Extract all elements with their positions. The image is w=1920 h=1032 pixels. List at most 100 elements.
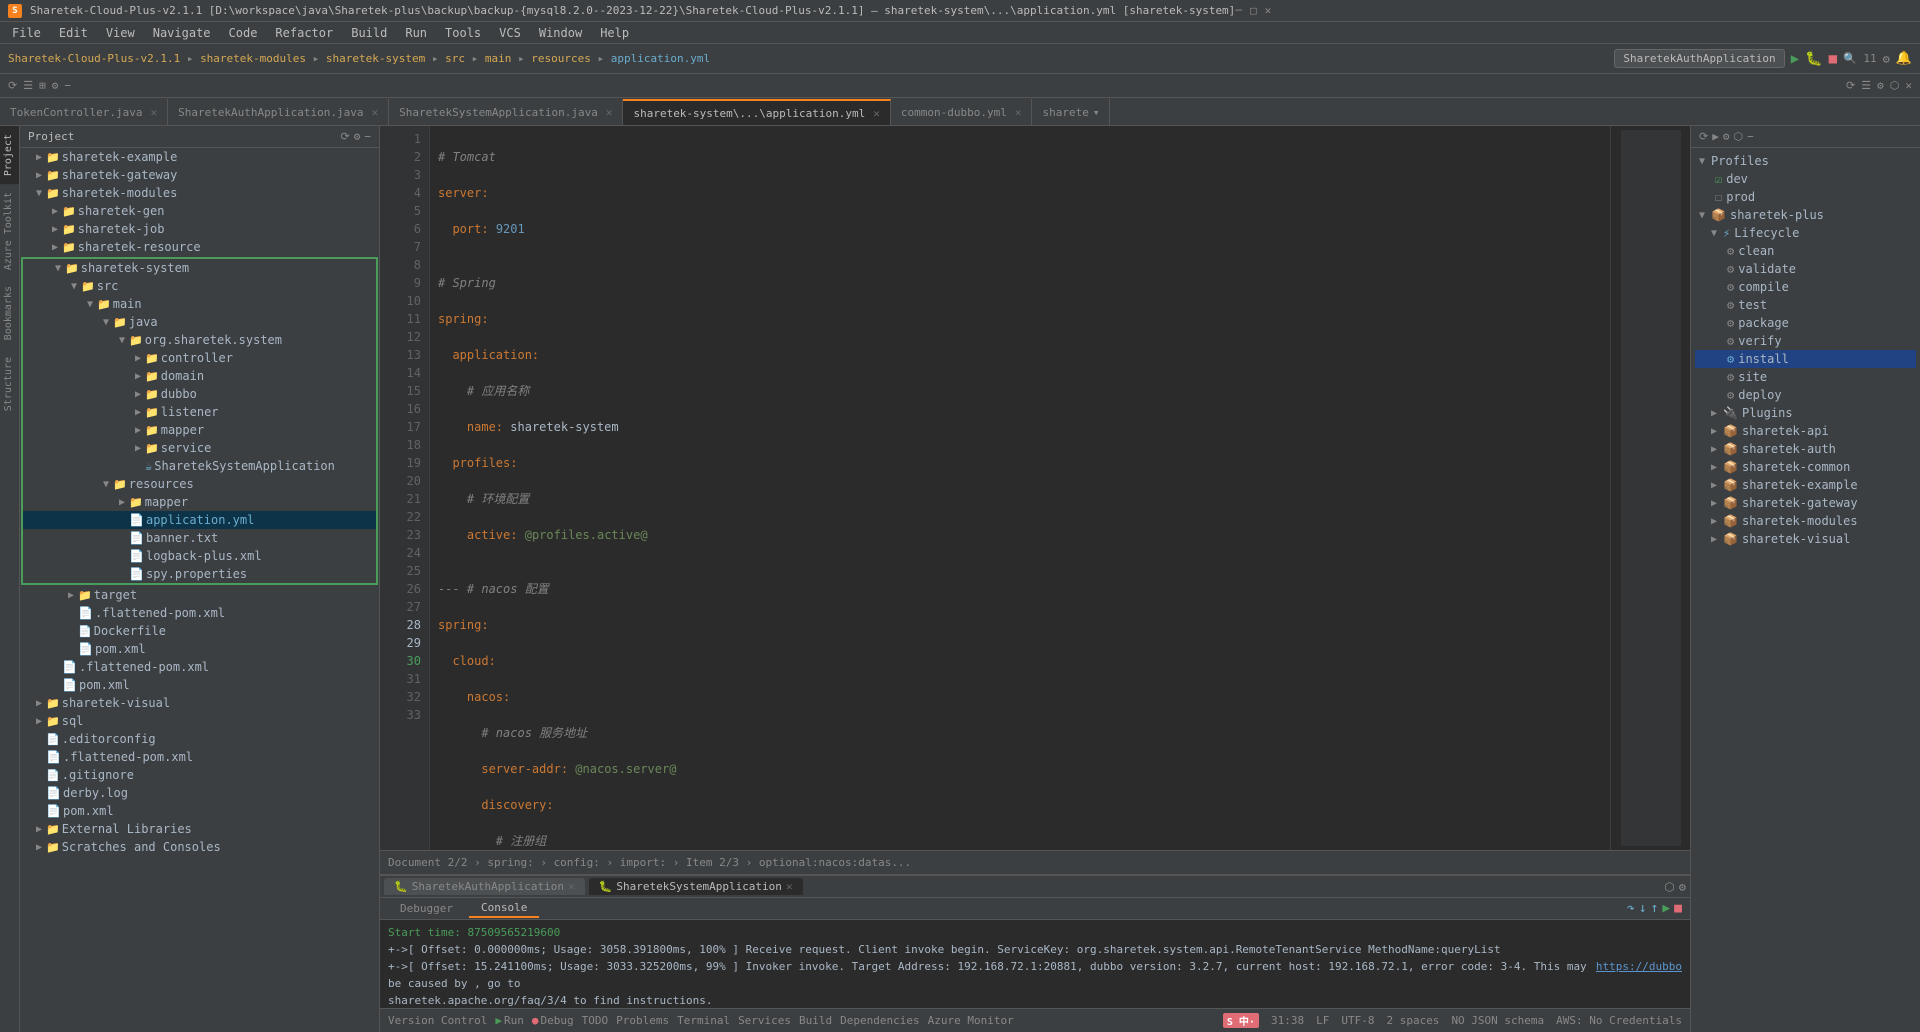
debug-resume[interactable]: ▶ [1662,901,1670,916]
maven-deploy[interactable]: ⚙ deploy [1695,386,1916,404]
run-config-select[interactable]: SharetekAuthApplication [1614,49,1784,68]
notification-icon[interactable]: 🔔 [1896,51,1912,66]
tab-common-dubbo[interactable]: common-dubbo.yml ✕ [891,99,1033,125]
debug-tab-close2[interactable]: ✕ [786,880,793,893]
tree-item-editorconfig[interactable]: ▶ 📄 .editorconfig [20,730,379,748]
menu-help[interactable]: Help [592,24,637,42]
sync-icon[interactable]: ⟳ [8,79,17,92]
maven-run[interactable]: ▶ [1712,130,1719,143]
tab-close-3[interactable]: ✕ [873,107,880,120]
maven-expand[interactable]: ⬡ [1733,130,1743,143]
tree-item-mapper[interactable]: ▶ 📁 mapper [23,421,376,439]
minimize-icon[interactable]: ─ [1235,4,1242,17]
debug-tab-system[interactable]: 🐛 SharetekSystemApplication ✕ [589,878,803,895]
maven-validate[interactable]: ⚙ validate [1695,260,1916,278]
vertical-tab-azure[interactable]: Azure Toolkit [0,184,19,278]
tab-close-1[interactable]: ✕ [372,106,379,119]
status-services[interactable]: Services [738,1014,791,1027]
tab-tokencontroller[interactable]: TokenController.java ✕ [0,99,168,125]
tab-sharete[interactable]: sharete ▾ [1032,99,1110,125]
maven-close[interactable]: − [1747,130,1754,143]
maven-profile-prod[interactable]: ☐ prod [1695,188,1916,206]
list-icon[interactable]: ☰ [23,79,33,92]
status-region[interactable]: AWS: No Credentials [1556,1014,1682,1027]
maven-test[interactable]: ⚙ test [1695,296,1916,314]
maven-site[interactable]: ⚙ site [1695,368,1916,386]
tree-item-resources[interactable]: ▼ 📁 resources [23,475,376,493]
tab-close-2[interactable]: ✕ [606,106,613,119]
maven-package[interactable]: ⚙ package [1695,314,1916,332]
debug-stop[interactable]: ■ [1674,901,1682,916]
status-dependencies[interactable]: Dependencies [840,1014,919,1027]
status-line-col[interactable]: 31:38 [1271,1014,1304,1027]
toolbar-expand[interactable]: ⬡ [1890,79,1900,92]
tree-item-main[interactable]: ▼ 📁 main [23,295,376,313]
status-terminal[interactable]: Terminal [677,1014,730,1027]
vertical-tab-bookmarks[interactable]: Bookmarks [0,278,19,348]
tree-item-app-yml[interactable]: ▶ 📄 application.yml [23,511,376,529]
menu-navigate[interactable]: Navigate [145,24,219,42]
toolbar-sync2[interactable]: ⟳ [1846,79,1855,92]
vertical-tab-project[interactable]: Project [0,126,19,184]
maven-example[interactable]: ▶ 📦 sharetek-example [1695,476,1916,494]
tree-item-service[interactable]: ▶ 📁 service [23,439,376,457]
menu-code[interactable]: Code [221,24,266,42]
maven-compile[interactable]: ⚙ compile [1695,278,1916,296]
tree-item-gitignore[interactable]: ▶ 📄 .gitignore [20,766,379,784]
maven-lifecycle[interactable]: ▼ ⚡ Lifecycle [1695,224,1916,242]
tree-item-example[interactable]: ▶ 📁 sharetek-example [20,148,379,166]
close-icon[interactable]: ✕ [1265,4,1272,17]
tree-item-src[interactable]: ▼ 📁 src [23,277,376,295]
tab-application-yml[interactable]: sharetek-system\...\application.yml ✕ [623,99,890,125]
status-problems[interactable]: Problems [616,1014,669,1027]
stop-button[interactable]: ■ [1829,51,1837,67]
tree-item-java[interactable]: ▼ 📁 java [23,313,376,331]
maven-plugins[interactable]: ▶ 🔌 Plugins [1695,404,1916,422]
tree-item-pom3[interactable]: ▶ 📄 pom.xml [20,802,379,820]
toolbar-settings[interactable]: ⚙ [1877,79,1884,92]
tree-item-scratches[interactable]: ▶ 📁 Scratches and Consoles [20,838,379,856]
tree-item-visual[interactable]: ▶ 📁 sharetek-visual [20,694,379,712]
collapse-icon[interactable]: − [64,79,71,92]
status-schema[interactable]: NO JSON schema [1451,1014,1544,1027]
status-encoding[interactable]: LF [1316,1014,1329,1027]
tree-item-sql[interactable]: ▶ 📁 sql [20,712,379,730]
settings-icon2[interactable]: ⚙ [1679,880,1686,894]
tab-close-0[interactable]: ✕ [150,106,157,119]
tree-item-target[interactable]: ▶ 📁 target [20,586,379,604]
tree-item-gateway[interactable]: ▶ 📁 sharetek-gateway [20,166,379,184]
tree-item-mapper2[interactable]: ▶ 📁 mapper [23,493,376,511]
settings-icon[interactable]: ⚙ [1883,52,1890,66]
status-azure[interactable]: Azure Monitor [928,1014,1014,1027]
tree-item-org[interactable]: ▼ 📁 org.sharetek.system [23,331,376,349]
tree-item-flat2[interactable]: ▶ 📄 .flattened-pom.xml [20,658,379,676]
tree-item-dubbo[interactable]: ▶ 📁 dubbo [23,385,376,403]
debug-step-over[interactable]: ↷ [1627,901,1635,916]
sidebar-close[interactable]: − [364,130,371,143]
maven-visual[interactable]: ▶ 📦 sharetek-visual [1695,530,1916,548]
maximize-icon[interactable]: □ [1250,4,1257,17]
status-todo[interactable]: TODO [582,1014,609,1027]
code-content[interactable]: # Tomcat server: port: 9201 # Spring spr… [430,126,1610,850]
maven-common[interactable]: ▶ 📦 sharetek-common [1695,458,1916,476]
tree-item-modules[interactable]: ▼ 📁 sharetek-modules [20,184,379,202]
menu-vcs[interactable]: VCS [491,24,529,42]
menu-window[interactable]: Window [531,24,590,42]
menu-refactor[interactable]: Refactor [267,24,341,42]
tab-sharetekauth[interactable]: SharetekAuthApplication.java ✕ [168,99,389,125]
sidebar-cog[interactable]: ⚙ [354,130,361,143]
status-run[interactable]: ▶ Run [495,1014,524,1027]
tree-item-dockerfile[interactable]: ▶ 📄 Dockerfile [20,622,379,640]
menu-file[interactable]: File [4,24,49,42]
maven-gateway[interactable]: ▶ 📦 sharetek-gateway [1695,494,1916,512]
expand-icon[interactable]: ⬡ [1664,880,1674,894]
filter-icon[interactable]: ⊞ [39,79,46,92]
tree-item-listener[interactable]: ▶ 📁 listener [23,403,376,421]
menu-edit[interactable]: Edit [51,24,96,42]
tree-item-flat3[interactable]: ▶ 📄 .flattened-pom.xml [20,748,379,766]
tree-item-flat1[interactable]: ▶ 📄 .flattened-pom.xml [20,604,379,622]
debug-link[interactable]: https://dubbo [1596,958,1682,992]
tree-item-pom1[interactable]: ▶ 📄 pom.xml [20,640,379,658]
sidebar-sync[interactable]: ⟳ [341,130,350,143]
debug-step-out[interactable]: ↑ [1651,901,1659,916]
